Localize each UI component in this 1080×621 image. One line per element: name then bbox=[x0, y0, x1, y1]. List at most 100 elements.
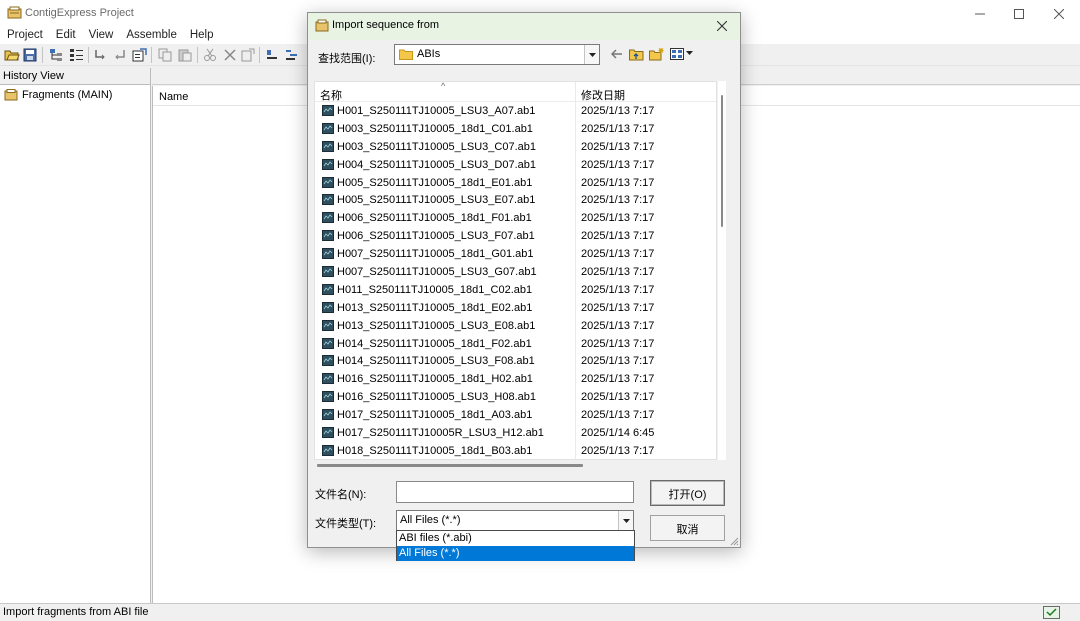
file-row[interactable]: H018_S250111TJ10005_18d1_B03.ab1 2025/1/1… bbox=[315, 442, 716, 459]
file-row[interactable]: H017_S250111TJ10005_18d1_A03.ab1 2025/1/1… bbox=[315, 406, 716, 424]
vertical-scroll-thumb[interactable] bbox=[721, 95, 723, 227]
file-name: H003_S250111TJ10005_LSU3_C07.ab1 bbox=[337, 140, 536, 153]
cut-icon[interactable] bbox=[202, 47, 218, 63]
file-row[interactable]: H003_S250111TJ10005_LSU3_C07.ab1 2025/1/1… bbox=[315, 138, 716, 156]
folder-icon bbox=[399, 49, 413, 60]
file-row[interactable]: H005_S250111TJ10005_LSU3_E07.ab1 2025/1/1… bbox=[315, 191, 716, 209]
file-row[interactable]: H007_S250111TJ10005_18d1_G01.ab1 2025/1/1… bbox=[315, 245, 716, 263]
menu-edit[interactable]: Edit bbox=[49, 27, 82, 44]
up-folder-button[interactable] bbox=[628, 46, 644, 62]
save-icon[interactable] bbox=[22, 47, 38, 63]
menu-help[interactable]: Help bbox=[183, 27, 220, 44]
filetype-option-all[interactable]: All Files (*.*) bbox=[397, 546, 634, 561]
open-button[interactable]: 打开(O) bbox=[650, 480, 725, 506]
view-menu-button[interactable] bbox=[669, 46, 695, 62]
menu-assemble[interactable]: Assemble bbox=[119, 27, 183, 44]
cancel-button[interactable]: 取消 bbox=[650, 515, 725, 541]
horizontal-scrollbar[interactable] bbox=[314, 462, 717, 468]
file-date: 2025/1/13 7:17 bbox=[581, 301, 655, 314]
file-row[interactable]: H013_S250111TJ10005_18d1_E02.ab1 2025/1/1… bbox=[315, 299, 716, 317]
file-name: H017_S250111TJ10005_18d1_A03.ab1 bbox=[337, 409, 533, 422]
file-name: H016_S250111TJ10005_18d1_H02.ab1 bbox=[337, 373, 533, 386]
ab1-file-icon bbox=[322, 122, 334, 134]
file-row[interactable]: H014_S250111TJ10005_18d1_F02.ab1 2025/1/1… bbox=[315, 335, 716, 353]
file-date: 2025/1/13 7:17 bbox=[581, 444, 655, 457]
note-icon[interactable] bbox=[240, 47, 256, 63]
align-icon[interactable] bbox=[264, 47, 280, 63]
column-header-modified[interactable]: 修改日期 bbox=[581, 87, 625, 103]
column-header-filename[interactable]: 名称 bbox=[320, 87, 342, 103]
export-icon[interactable] bbox=[112, 47, 128, 63]
file-row[interactable]: H005_S250111TJ10005_18d1_E01.ab1 2025/1/1… bbox=[315, 174, 716, 192]
new-folder-icon bbox=[648, 47, 663, 60]
look-in-dropdown-button[interactable] bbox=[584, 45, 599, 64]
ab1-file-icon bbox=[322, 248, 334, 260]
fragments-folder-icon bbox=[4, 89, 18, 101]
ab1-file-icon bbox=[322, 105, 334, 116]
file-row[interactable]: H003_S250111TJ10005_18d1_C01.ab1 2025/1/1… bbox=[315, 120, 716, 138]
file-date: 2025/1/13 7:17 bbox=[581, 140, 655, 153]
close-icon bbox=[717, 21, 727, 31]
copy-icon[interactable] bbox=[157, 47, 173, 63]
file-name: H007_S250111TJ10005_18d1_G01.ab1 bbox=[337, 248, 534, 261]
file-date: 2025/1/14 6:45 bbox=[581, 427, 655, 440]
import-icon[interactable] bbox=[92, 47, 108, 63]
menu-project[interactable]: Project bbox=[0, 27, 49, 44]
file-name: H016_S250111TJ10005_LSU3_H08.ab1 bbox=[337, 391, 536, 404]
list-view-icon[interactable] bbox=[68, 47, 84, 63]
file-row[interactable]: H017_S250111TJ10005R_LSU3_H12.ab1 2025/1/… bbox=[315, 424, 716, 442]
ab1-file-icon bbox=[322, 427, 334, 439]
close-window-button[interactable] bbox=[1036, 0, 1080, 27]
filename-input[interactable] bbox=[396, 481, 634, 503]
file-name: H006_S250111TJ10005_18d1_F01.ab1 bbox=[337, 212, 532, 225]
resize-grip-icon[interactable] bbox=[729, 536, 739, 546]
ab1-file-icon bbox=[322, 337, 334, 349]
new-folder-button[interactable] bbox=[648, 46, 664, 62]
file-name: H005_S250111TJ10005_18d1_E01.ab1 bbox=[337, 176, 533, 189]
file-row[interactable]: H006_S250111TJ10005_LSU3_F07.ab1 2025/1/1… bbox=[315, 227, 716, 245]
vertical-scrollbar[interactable] bbox=[718, 81, 726, 460]
filetype-dropdown-button[interactable] bbox=[618, 511, 633, 530]
sort-ascending-icon: ^ bbox=[441, 81, 446, 91]
properties-icon[interactable] bbox=[131, 47, 147, 63]
file-row[interactable]: H016_S250111TJ10005_18d1_H02.ab1 2025/1/1… bbox=[315, 370, 716, 388]
file-row[interactable]: H016_S250111TJ10005_LSU3_H08.ab1 2025/1/1… bbox=[315, 388, 716, 406]
file-row[interactable]: H007_S250111TJ10005_LSU3_G07.ab1 2025/1/1… bbox=[315, 263, 716, 281]
look-in-combo[interactable]: ABIs bbox=[394, 44, 600, 65]
ab1-file-icon bbox=[322, 444, 334, 456]
file-date: 2025/1/13 7:17 bbox=[581, 355, 655, 368]
tree-view-icon[interactable] bbox=[48, 47, 64, 63]
delete-icon[interactable] bbox=[222, 47, 238, 63]
menu-view[interactable]: View bbox=[82, 27, 120, 44]
filetype-label: 文件类型(T): bbox=[315, 518, 377, 530]
dialog-title-bar: Import sequence from bbox=[308, 13, 740, 40]
horizontal-scroll-thumb[interactable] bbox=[317, 464, 583, 467]
filename-label: 文件名(N): bbox=[315, 489, 367, 501]
paste-icon[interactable] bbox=[177, 47, 193, 63]
file-name: H006_S250111TJ10005_LSU3_F07.ab1 bbox=[337, 230, 535, 243]
file-row[interactable]: H014_S250111TJ10005_LSU3_F08.ab1 2025/1/1… bbox=[315, 352, 716, 370]
open-folder-icon[interactable] bbox=[4, 47, 20, 63]
file-row[interactable]: H006_S250111TJ10005_18d1_F01.ab1 2025/1/1… bbox=[315, 209, 716, 227]
file-row[interactable]: H013_S250111TJ10005_LSU3_E08.ab1 2025/1/1… bbox=[315, 317, 716, 335]
ab1-file-icon bbox=[322, 230, 334, 242]
back-button[interactable] bbox=[609, 46, 625, 62]
back-arrow-icon bbox=[611, 49, 622, 59]
file-row[interactable]: H001_S250111TJ10005_LSU3_A07.ab1 2025/1/1… bbox=[315, 102, 716, 120]
tree-item-fragments[interactable]: Fragments (MAIN) bbox=[4, 89, 112, 101]
status-check-icon bbox=[1043, 606, 1060, 619]
file-row[interactable]: H011_S250111TJ10005_18d1_C02.ab1 2025/1/1… bbox=[315, 281, 716, 299]
filetype-combo[interactable]: All Files (*.*) bbox=[396, 510, 634, 531]
ab1-file-icon bbox=[322, 373, 334, 385]
filetype-option-abi[interactable]: ABI files (*.abi) bbox=[397, 531, 634, 546]
ab1-file-icon bbox=[322, 140, 334, 152]
file-row[interactable]: H004_S250111TJ10005_LSU3_D07.ab1 2025/1/1… bbox=[315, 156, 716, 174]
file-name: H014_S250111TJ10005_18d1_F02.ab1 bbox=[337, 337, 532, 350]
file-date: 2025/1/13 7:17 bbox=[581, 373, 655, 386]
dialog-close-button[interactable] bbox=[708, 15, 736, 37]
file-name: H003_S250111TJ10005_18d1_C01.ab1 bbox=[337, 122, 533, 135]
assemble-icon[interactable] bbox=[284, 47, 300, 63]
app-icon bbox=[7, 6, 22, 19]
filetype-dropdown-list: ABI files (*.abi) All Files (*.*) bbox=[396, 530, 635, 561]
file-date: 2025/1/13 7:17 bbox=[581, 266, 655, 279]
